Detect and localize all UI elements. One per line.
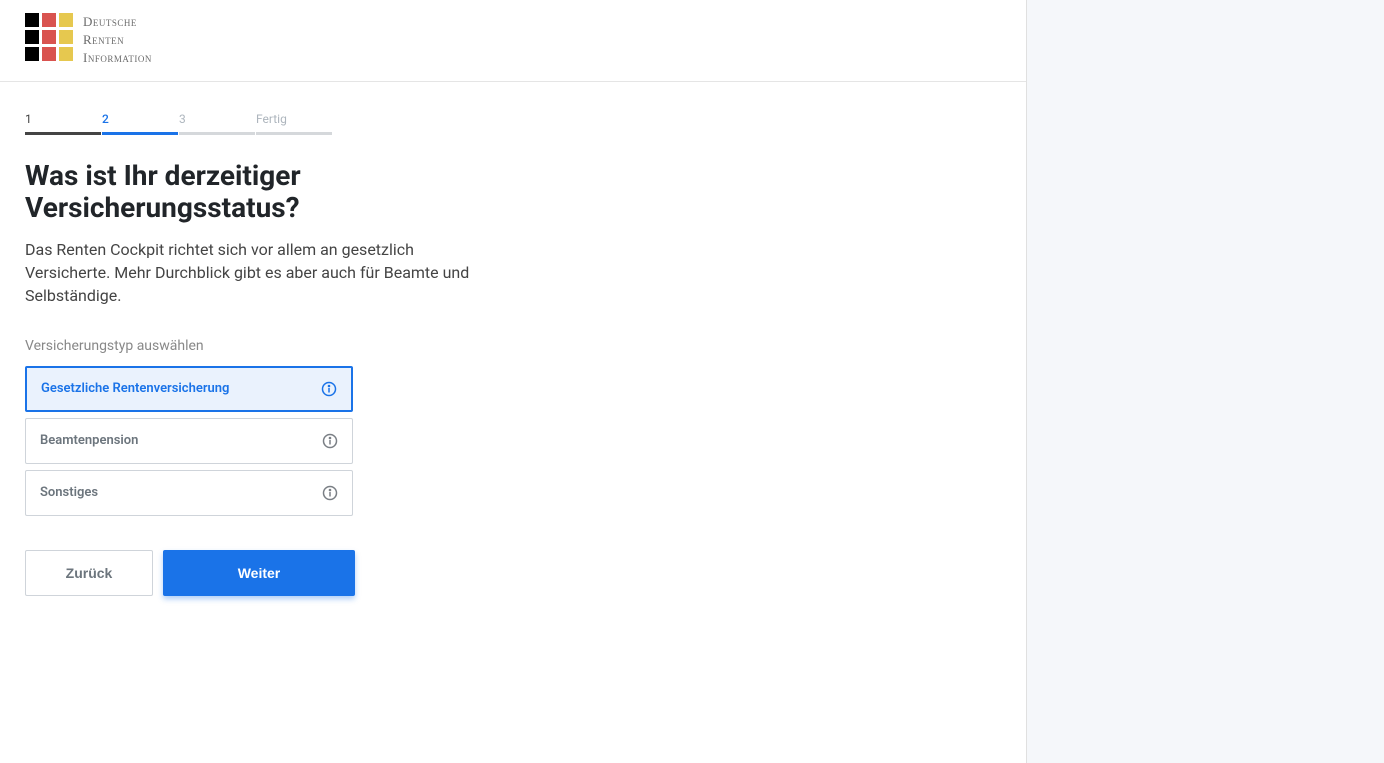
main-panel: Deutsche Renten Information 123Fertig Wa… — [0, 0, 1027, 763]
info-icon[interactable] — [321, 381, 337, 397]
flag-icon — [25, 13, 73, 61]
back-button[interactable]: Zurück — [25, 550, 153, 596]
logo-text: Deutsche Renten Information — [83, 13, 152, 68]
wizard-content: 123Fertig Was ist Ihr derzeitiger Versic… — [0, 82, 500, 626]
info-icon[interactable] — [322, 485, 338, 501]
info-icon[interactable] — [322, 433, 338, 449]
progress-steps: 123Fertig — [25, 112, 475, 135]
step-label: 3 — [179, 112, 255, 132]
logo-line-2: Renten — [83, 31, 152, 49]
step-label: 1 — [25, 112, 101, 132]
step-label: 2 — [102, 112, 178, 132]
step-label: Fertig — [256, 112, 332, 132]
step-bar — [179, 132, 255, 135]
option-label: Sonstiges — [40, 485, 98, 500]
step-bar — [256, 132, 332, 135]
side-panel — [1027, 0, 1384, 763]
logo-line-3: Information — [83, 49, 152, 67]
step-bar — [102, 132, 178, 135]
step-bar — [25, 132, 101, 135]
header: Deutsche Renten Information — [0, 0, 1026, 82]
logo-line-1: Deutsche — [83, 13, 152, 31]
insurance-option-2[interactable]: Sonstiges — [25, 470, 353, 516]
step-2[interactable]: 2 — [102, 112, 178, 135]
insurance-option-0[interactable]: Gesetzliche Rentenversicherung — [25, 366, 353, 412]
step-3[interactable]: 3 — [179, 112, 255, 135]
insurance-type-options: Gesetzliche Rentenversicherung Beamtenpe… — [25, 366, 353, 516]
field-label: Versicherungstyp auswählen — [25, 338, 475, 354]
page-title: Was ist Ihr derzeitiger Versicherungssta… — [25, 160, 475, 224]
nav-buttons: Zurück Weiter — [25, 550, 475, 596]
next-button[interactable]: Weiter — [163, 550, 355, 596]
step-4[interactable]: Fertig — [256, 112, 332, 135]
option-label: Beamtenpension — [40, 433, 138, 448]
option-label: Gesetzliche Rentenversicherung — [41, 381, 229, 396]
page-subtitle: Das Renten Cockpit richtet sich vor alle… — [25, 238, 475, 308]
step-1[interactable]: 1 — [25, 112, 101, 135]
logo: Deutsche Renten Information — [25, 13, 152, 68]
insurance-option-1[interactable]: Beamtenpension — [25, 418, 353, 464]
